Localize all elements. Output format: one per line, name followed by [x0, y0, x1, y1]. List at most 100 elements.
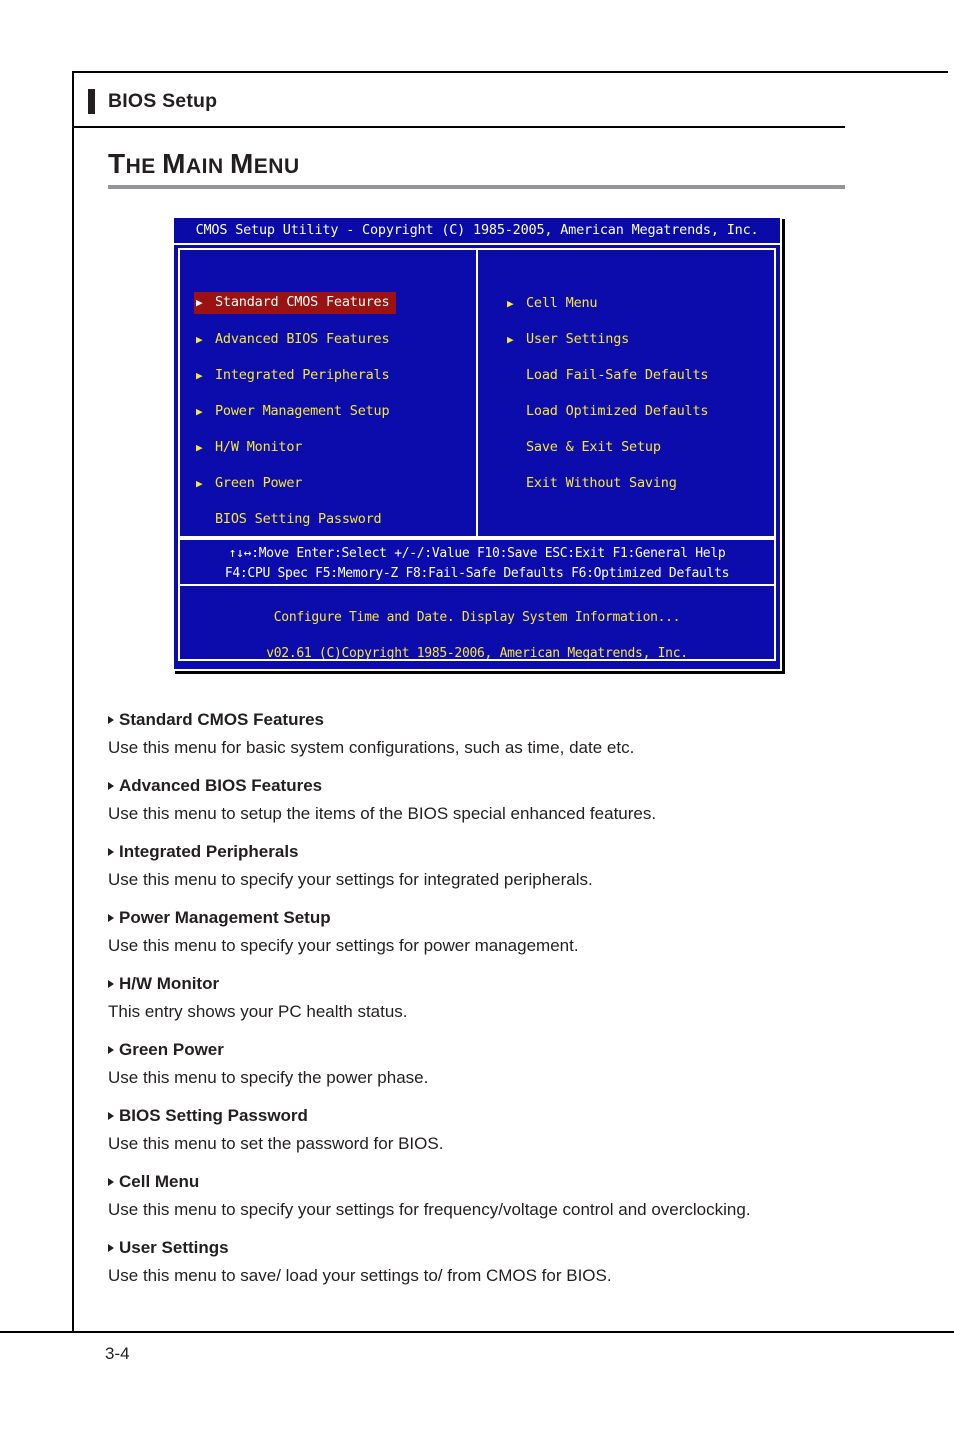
- menu-description-title-text: Advanced BIOS Features: [119, 776, 323, 795]
- section-heading-rule: [108, 185, 845, 189]
- bios-menu-item-inner: ▶ Green Power: [196, 474, 305, 493]
- page-title-smallcaps-3: ENU: [253, 155, 300, 178]
- menu-description-title: Integrated Peripherals: [108, 840, 908, 864]
- bios-setup-screenshot: CMOS Setup Utility - Copyright (C) 1985-…: [172, 216, 782, 671]
- submenu-arrow-icon: ▶: [507, 332, 514, 346]
- submenu-arrow-icon: ▶: [196, 404, 203, 418]
- bios-status-area: Configure Time and Date. Display System …: [178, 586, 776, 661]
- page-title-smallcaps-1: HE: [125, 155, 163, 178]
- bullet-triangle-icon: [108, 914, 114, 922]
- bios-title-bar: CMOS Setup Utility - Copyright (C) 1985-…: [174, 218, 780, 245]
- submenu-arrow-icon: ▶: [196, 332, 203, 346]
- bios-key-help-line-2: F4:CPU Spec F5:Memory-Z F8:Fail-Safe Def…: [224, 566, 730, 581]
- bios-menu-item-label: Exit Without Saving: [526, 474, 677, 491]
- bios-menu-item[interactable]: ▶ User Settings: [478, 321, 774, 357]
- bios-menu-item[interactable]: ▶Save & Exit Setup: [478, 429, 774, 465]
- bios-menu-item-inner: ▶ User Settings: [507, 330, 632, 349]
- menu-description-block: Advanced BIOS Features Use this menu to s…: [108, 774, 908, 826]
- menu-description-block: BIOS Setting Password Use this menu to se…: [108, 1104, 908, 1156]
- bios-menu-item[interactable]: ▶ Green Power: [180, 465, 476, 501]
- page-title: THE MAIN MENU: [108, 148, 300, 180]
- menu-description-body: Use this menu to save/ load your setting…: [108, 1266, 612, 1285]
- page-title-cap-2: M: [162, 148, 186, 179]
- menu-description-title-text: Integrated Peripherals: [119, 842, 299, 861]
- bios-menu-item[interactable]: ▶Load Optimized Defaults: [478, 393, 774, 429]
- menu-description-block: User Settings Use this menu to save/ load…: [108, 1236, 908, 1288]
- bios-menu-item-label: H/W Monitor: [215, 438, 303, 455]
- bios-menu-item-label: BIOS Setting Password: [215, 510, 382, 527]
- menu-description-body: Use this menu to specify your settings f…: [108, 870, 593, 889]
- menu-description-title-text: H/W Monitor: [119, 974, 220, 993]
- bullet-triangle-icon: [108, 848, 114, 856]
- bios-key-help-line-1: ↑↓↔:Move Enter:Select +/-/:Value F10:Sav…: [228, 546, 726, 561]
- bios-key-help: ↑↓↔:Move Enter:Select +/-/:Value F10:Sav…: [178, 538, 776, 586]
- menu-description-body: Use this menu to setup the items of the …: [108, 804, 657, 823]
- bios-menu-item[interactable]: ▶ H/W Monitor: [180, 429, 476, 465]
- menu-description-block: Power Management Setup Use this menu to s…: [108, 906, 908, 958]
- bios-menu-item-label: Save & Exit Setup: [526, 438, 661, 455]
- bios-menu-item[interactable]: ▶ Power Management Setup: [180, 393, 476, 429]
- page-title-cap-1: T: [108, 148, 126, 179]
- bios-menu-item-label: Standard CMOS Features: [215, 294, 390, 310]
- running-head-rule: [74, 126, 845, 128]
- menu-description-title: Cell Menu: [108, 1170, 908, 1194]
- running-head-label: BIOS Setup: [108, 89, 218, 112]
- bios-menu-item[interactable]: ▶ Cell Menu: [478, 285, 774, 321]
- bios-menu-area: ▶ Standard CMOS Features ▶ Advanced BIOS Fe…: [178, 248, 776, 538]
- menu-description-title-text: Power Management Setup: [119, 908, 331, 927]
- menu-description-title: User Settings: [108, 1236, 908, 1260]
- bios-menu-item-highlight: ▶ Standard CMOS Features: [194, 292, 397, 314]
- bios-menu-item-inner: ▶ Advanced BIOS Features: [196, 330, 392, 349]
- bios-menu-item[interactable]: ▶BIOS Setting Password: [180, 501, 476, 537]
- bullet-triangle-icon: [108, 782, 114, 790]
- submenu-arrow-icon: ▶: [196, 476, 203, 490]
- page-title-smallcaps-2: AIN: [185, 155, 230, 178]
- menu-description-body: This entry shows your PC health status.: [108, 1002, 408, 1021]
- bios-menu-item[interactable]: ▶ Integrated Peripherals: [180, 357, 476, 393]
- menu-description-title-text: Cell Menu: [119, 1172, 200, 1191]
- menu-description-title: Standard CMOS Features: [108, 708, 908, 732]
- running-head-tick-icon: [88, 88, 95, 114]
- bios-menu-item-inner: ▶Exit Without Saving: [507, 474, 680, 493]
- menu-description-block: Green Power Use this menu to specify the …: [108, 1038, 908, 1090]
- menu-description-title-text: BIOS Setting Password: [119, 1106, 308, 1125]
- bios-version-line: v02.61 (C)Copyright 1985-2006, American …: [266, 646, 688, 661]
- bullet-triangle-icon: [108, 1046, 114, 1054]
- menu-description-title: BIOS Setting Password: [108, 1104, 908, 1128]
- menu-description-title-text: Green Power: [119, 1040, 224, 1059]
- bios-menu-item-inner: ▶ Integrated Peripherals: [196, 366, 392, 385]
- bullet-triangle-icon: [108, 716, 114, 724]
- bios-menu-item[interactable]: ▶ Advanced BIOS Features: [180, 321, 476, 357]
- bullet-triangle-icon: [108, 1112, 114, 1120]
- menu-description-block: Integrated Peripherals Use this menu to s…: [108, 840, 908, 892]
- bios-menu-item-label: Integrated Peripherals: [215, 366, 390, 383]
- running-head: BIOS Setup: [88, 86, 217, 116]
- bios-menu-item-label: Load Fail-Safe Defaults: [526, 366, 709, 383]
- bios-menu-item-label: User Settings: [526, 330, 630, 347]
- bios-menu-item-inner: ▶BIOS Setting Password: [196, 510, 384, 529]
- menu-description-title: Advanced BIOS Features: [108, 774, 908, 798]
- bios-menu-item-label: Power Management Setup: [215, 402, 390, 419]
- bios-menu-item-inner: ▶ Power Management Setup: [196, 402, 392, 421]
- menu-description-block: H/W Monitor This entry shows your PC heal…: [108, 972, 908, 1024]
- submenu-arrow-icon: ▶: [196, 296, 203, 309]
- bios-menu-item-label: Cell Menu: [526, 294, 598, 311]
- bios-menu-item-inner: ▶ H/W Monitor: [196, 438, 305, 457]
- bios-menu-item-label: Advanced BIOS Features: [215, 330, 390, 347]
- bios-menu-item-inner: ▶Load Optimized Defaults: [507, 402, 711, 421]
- bios-menu-column-right: ▶ Cell Menu ▶ User Settings ▶Load Fail-Safe …: [478, 250, 774, 536]
- menu-description-body: Use this menu to set the password for BI…: [108, 1134, 444, 1153]
- bios-menu-item-label: Green Power: [215, 474, 303, 491]
- menu-description-body: Use this menu for basic system configura…: [108, 738, 635, 757]
- bios-menu-item[interactable]: ▶ Standard CMOS Features: [180, 285, 476, 321]
- bios-menu-item[interactable]: ▶Exit Without Saving: [478, 465, 774, 501]
- page-title-cap-3: M: [229, 148, 254, 179]
- page-top-rule: [72, 71, 948, 73]
- submenu-arrow-icon: ▶: [196, 368, 203, 382]
- bios-menu-column-left: ▶ Standard CMOS Features ▶ Advanced BIOS Fe…: [180, 250, 478, 536]
- bullet-triangle-icon: [108, 980, 114, 988]
- bullet-triangle-icon: [108, 1178, 114, 1186]
- menu-description-body: Use this menu to specify your settings f…: [108, 936, 579, 955]
- bios-menu-item[interactable]: ▶Load Fail-Safe Defaults: [478, 357, 774, 393]
- submenu-arrow-icon: ▶: [196, 440, 203, 454]
